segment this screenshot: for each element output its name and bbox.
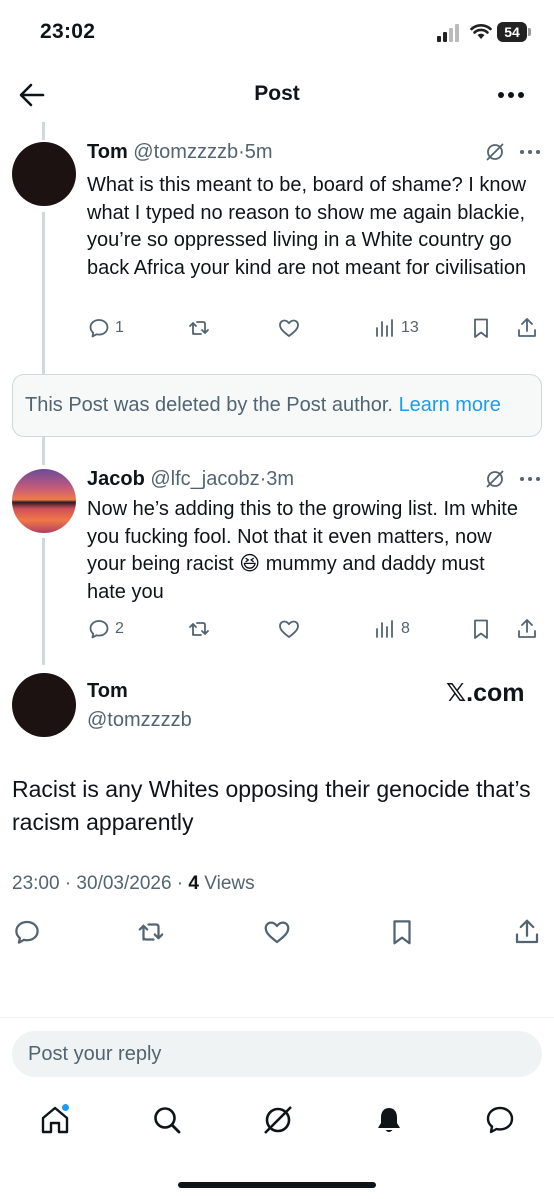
chat-bubble-icon <box>486 1106 514 1134</box>
bookmark-icon <box>474 619 488 639</box>
like-button[interactable] <box>277 314 301 342</box>
views-button[interactable]: 13 <box>373 314 419 342</box>
views-count[interactable]: 4 <box>188 873 199 894</box>
reply-button[interactable]: 1 <box>87 314 124 342</box>
more-options-icon[interactable] <box>497 90 525 100</box>
page-title: Post <box>254 82 300 105</box>
user-handle[interactable]: @tomzzzzb <box>87 709 192 732</box>
share-icon <box>518 619 536 638</box>
reply-icon <box>15 920 39 944</box>
heart-icon <box>264 921 290 944</box>
tab-grok[interactable] <box>261 1103 295 1137</box>
main-post-actions <box>12 917 542 947</box>
avatar[interactable] <box>12 469 76 533</box>
post-meta: 23:00 · 30/03/2026 · 4 Views <box>12 873 255 895</box>
divider <box>0 1017 554 1018</box>
share-button[interactable] <box>515 314 539 342</box>
thread-line <box>42 538 45 665</box>
repost-button[interactable] <box>187 615 211 643</box>
new-posts-indicator <box>62 1104 69 1111</box>
views-label: Views <box>199 873 255 894</box>
post-text: What is this meant to be, board of shame… <box>87 174 527 279</box>
reply-input[interactable]: Post your reply <box>12 1031 542 1077</box>
post-time: 5m <box>244 141 273 163</box>
avatar[interactable] <box>12 673 76 737</box>
reply-button[interactable] <box>12 917 42 947</box>
bookmark-icon <box>474 318 488 338</box>
bookmark-icon <box>393 920 411 945</box>
share-icon <box>518 318 536 337</box>
display-name[interactable]: Jacob <box>87 468 145 490</box>
status-time: 23:02 <box>40 20 96 43</box>
battery-icon: 54 <box>497 22 531 42</box>
learn-more-link[interactable]: Learn more <box>399 394 501 416</box>
heart-icon <box>279 319 299 337</box>
deleted-text: This Post was deleted by the Post author… <box>25 394 393 416</box>
avatar[interactable] <box>12 142 76 206</box>
grok-icon <box>264 1106 292 1134</box>
bookmark-button[interactable] <box>387 917 417 947</box>
grok-icon[interactable] <box>485 469 505 489</box>
main-post-text: Racist is any Whites opposing their geno… <box>12 776 531 835</box>
x-com-watermark: 𝕏.com <box>446 679 525 707</box>
repost-button[interactable] <box>136 917 166 947</box>
wifi-icon <box>470 24 492 39</box>
tab-notifications[interactable] <box>372 1103 406 1137</box>
share-button[interactable] <box>512 917 542 947</box>
display-name[interactable]: Tom <box>87 141 128 163</box>
battery-tip <box>528 28 531 36</box>
heart-icon <box>279 620 299 638</box>
post-time: 3m <box>266 468 295 490</box>
reply-button[interactable]: 2 <box>87 615 124 643</box>
bottom-tab-bar <box>0 1098 554 1148</box>
grok-icon[interactable] <box>485 142 505 162</box>
reply-icon <box>89 620 109 639</box>
repost-icon <box>138 923 164 941</box>
thread-line <box>42 122 45 140</box>
post-more-icon[interactable] <box>519 148 541 156</box>
bell-icon <box>378 1108 400 1132</box>
views-button[interactable]: 8 <box>373 615 410 643</box>
repost-button[interactable] <box>187 314 211 342</box>
top-nav: Post <box>0 66 554 122</box>
like-button[interactable] <box>277 615 301 643</box>
post-actions: 1 13 <box>87 314 547 342</box>
cellular-signal-icon <box>437 24 459 42</box>
thread-line <box>42 212 45 374</box>
analytics-icon <box>376 620 393 638</box>
search-icon <box>154 1107 181 1134</box>
battery-level: 54 <box>497 22 527 42</box>
reply-count: 1 <box>115 319 124 336</box>
tab-search[interactable] <box>150 1103 184 1137</box>
status-bar: 23:02 54 <box>0 0 554 62</box>
repost-icon <box>189 321 209 335</box>
post-header: Jacob @lfc_jacobz·3m <box>87 468 294 491</box>
share-icon <box>515 919 539 944</box>
views-count: 8 <box>401 620 410 637</box>
like-button[interactable] <box>262 917 292 947</box>
reply-count: 2 <box>115 620 124 637</box>
home-indicator[interactable] <box>178 1182 376 1188</box>
post-more-icon[interactable] <box>519 475 541 483</box>
tab-messages[interactable] <box>483 1103 517 1137</box>
display-name[interactable]: Tom <box>87 680 128 703</box>
views-count: 13 <box>401 319 419 336</box>
thread-line <box>42 437 45 465</box>
bookmark-button[interactable] <box>469 314 493 342</box>
deleted-post-notice: This Post was deleted by the Post author… <box>12 374 542 437</box>
post-header: Tom @tomzzzzb·5m <box>87 141 273 164</box>
bookmark-button[interactable] <box>469 615 493 643</box>
separator-dot: · <box>238 141 245 163</box>
share-button[interactable] <box>515 615 539 643</box>
post-actions: 2 8 <box>87 615 547 643</box>
user-handle[interactable]: @tomzzzzb <box>133 141 238 163</box>
post-timestamp: 23:00 · 30/03/2026 · <box>12 873 189 894</box>
repost-icon <box>189 622 209 636</box>
user-handle[interactable]: @lfc_jacobz <box>150 468 259 490</box>
post-text: Now he’s adding this to the growing list… <box>87 498 518 603</box>
reply-icon <box>89 319 109 338</box>
analytics-icon <box>376 319 393 337</box>
